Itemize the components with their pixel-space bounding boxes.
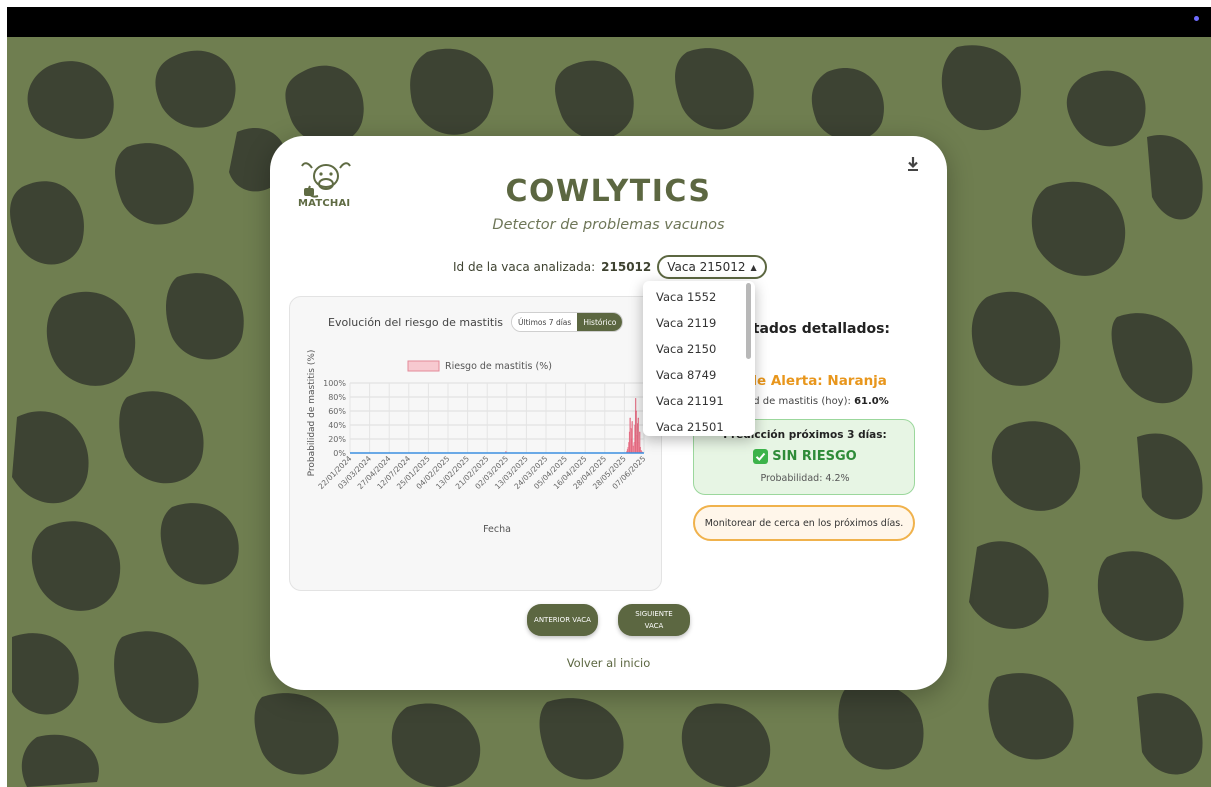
caret-up-icon: ▲ — [750, 262, 757, 272]
period-toggle: Últimos 7 días Histórico — [511, 312, 624, 332]
download-icon[interactable] — [905, 156, 921, 172]
dropdown-option[interactable]: Vaca 2150 — [656, 342, 716, 356]
dropdown-option[interactable]: Vaca 8749 — [656, 368, 716, 382]
prediction-status-row: SIN RIESGO — [694, 449, 916, 464]
app-title: COWLYTICS — [505, 174, 712, 209]
y-axis-label: Probabilidad de mastitis (%) — [307, 350, 317, 477]
alert-level: l de Alerta: Naranja — [738, 373, 887, 389]
dropdown-option[interactable]: Vaca 1552 — [656, 290, 716, 304]
y-tick-label: 100% — [323, 379, 346, 388]
page: MATCHAI COWLYTICS Detector de problemas … — [0, 0, 1211, 787]
chart-panel-title: Evolución del riesgo de mastitis — [328, 315, 504, 329]
prediction-probability: Probabilidad: 4.2% — [760, 473, 850, 484]
probability-today-value: 61.0% — [854, 396, 889, 407]
toggle-historic[interactable]: Histórico — [577, 313, 623, 331]
cow-id-row: Id de la vaca analizada: 215012 Vaca 215… — [453, 254, 767, 280]
legend-swatch — [407, 360, 440, 372]
prediction-status: SIN RIESGO — [772, 449, 857, 464]
risk-bar — [632, 445, 634, 454]
dropdown-option[interactable]: Vaca 2119 — [656, 316, 716, 330]
y-tick-label: 60% — [328, 407, 346, 416]
dropdown-scrollbar[interactable] — [746, 283, 751, 359]
chart-legend: Riesgo de mastitis (%) — [407, 360, 552, 372]
toggle-last-7-days[interactable]: Últimos 7 días — [512, 313, 578, 331]
results-title: ultados detallados: — [738, 321, 891, 337]
monitor-note: Monitorear de cerca en los próximos días… — [693, 505, 915, 541]
y-tick-label: 40% — [328, 421, 346, 430]
cow-select-dropdown: Vaca 1552 Vaca 2119 Vaca 2150 Vaca 8749 … — [643, 281, 755, 436]
legend-label: Riesgo de mastitis (%) — [445, 361, 552, 372]
previous-cow-button[interactable]: ANTERIOR VACA — [527, 604, 598, 636]
next-cow-label-line1: SIGUIENTE — [635, 610, 673, 618]
next-cow-label-line2: VACA — [644, 622, 664, 630]
cow-id-value: 215012 — [601, 260, 652, 274]
dropdown-option[interactable]: Vaca 21191 — [656, 394, 724, 408]
probability-today: idad de mastitis (hoy): 61.0% — [738, 396, 889, 407]
cow-select-value: Vaca 215012 — [667, 260, 746, 274]
top-bar — [7, 7, 1211, 37]
x-axis-label: Fecha — [483, 524, 511, 535]
chart-header: Evolución del riesgo de mastitis Últimos… — [328, 312, 624, 332]
app-subtitle: Detector de problemas vacunos — [492, 217, 725, 233]
cow-select[interactable]: Vaca 215012 ▲ — [657, 255, 767, 279]
y-tick-label: 20% — [328, 435, 346, 444]
mastitis-risk-chart: Riesgo de mastitis (%) Probabilidad de m… — [307, 350, 648, 535]
y-tick-label: 80% — [328, 393, 346, 402]
cow-id-label: Id de la vaca analizada: — [453, 260, 596, 274]
next-cow-button[interactable]: SIGUIENTE VACA — [618, 604, 690, 636]
back-to-home-link[interactable]: Volver al inicio — [270, 656, 947, 670]
dropdown-option[interactable]: Vaca 21501 — [656, 420, 724, 434]
chart-panel: Evolución del riesgo de mastitis Últimos… — [289, 296, 662, 591]
main-card: MATCHAI COWLYTICS Detector de problemas … — [270, 136, 947, 690]
status-dot — [1194, 16, 1199, 21]
check-icon — [753, 449, 769, 464]
